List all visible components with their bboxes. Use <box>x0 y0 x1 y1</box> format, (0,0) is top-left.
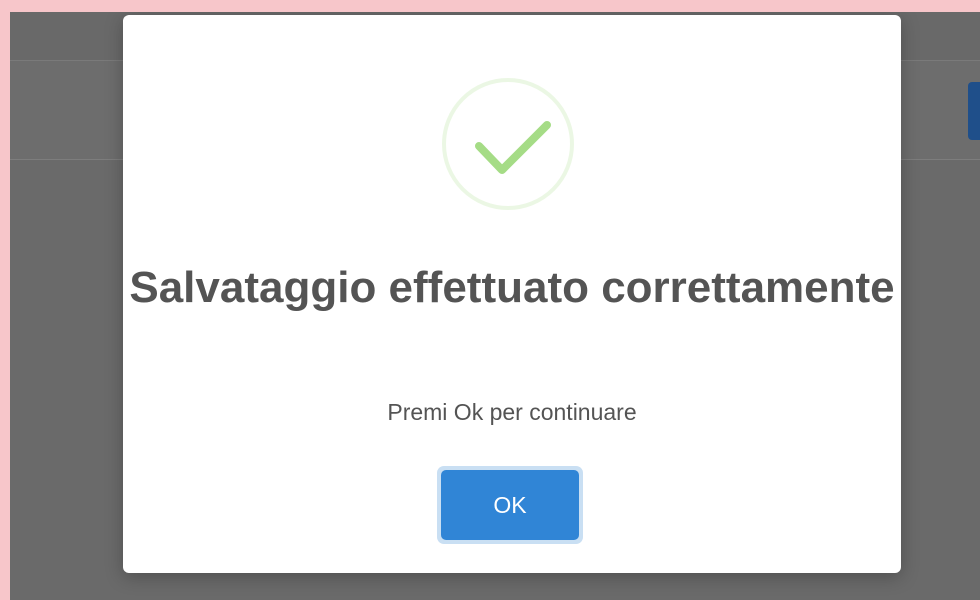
ok-button[interactable]: OK <box>441 470 579 540</box>
app-primary-button <box>968 82 980 140</box>
dialog-title: Salvataggio effettuato correttamente <box>129 263 895 312</box>
ok-button-focus-ring: OK <box>437 466 583 544</box>
success-dialog: Salvataggio effettuato correttamente Pre… <box>123 15 901 573</box>
screenshot-frame: Salvataggio effettuato correttamente Pre… <box>0 0 980 600</box>
check-success-icon <box>442 78 574 210</box>
app-window: Salvataggio effettuato correttamente Pre… <box>10 12 980 600</box>
dialog-message: Premi Ok per continuare <box>387 399 637 425</box>
